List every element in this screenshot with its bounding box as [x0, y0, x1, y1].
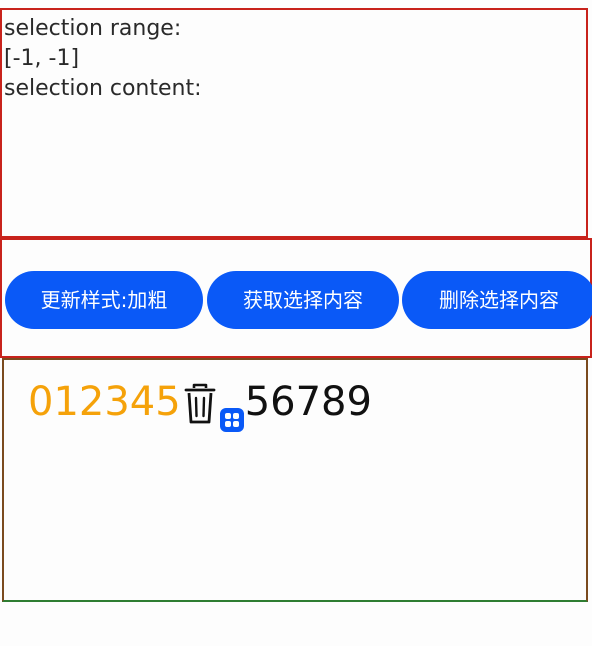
editor-content-line[interactable]: 012345 56789: [28, 374, 372, 432]
get-selection-button[interactable]: 获取选择内容: [207, 271, 399, 329]
plain-text-span[interactable]: 56789: [245, 374, 372, 430]
button-panel: 更新样式:加粗 获取选择内容 删除选择内容: [0, 238, 592, 358]
selection-info-panel: selection range: [-1, -1] selection cont…: [0, 8, 588, 238]
rich-text-editor[interactable]: 012345 56789: [2, 358, 588, 602]
styled-text-span[interactable]: 012345: [28, 374, 181, 430]
update-style-bold-button[interactable]: 更新样式:加粗: [5, 271, 203, 329]
selection-content-label: selection content:: [4, 76, 202, 101]
selection-range-label: selection range:: [4, 16, 182, 41]
delete-selection-button[interactable]: 删除选择内容: [402, 271, 592, 329]
trash-icon[interactable]: [183, 382, 217, 426]
grid-icon[interactable]: [219, 408, 244, 432]
selection-range-value: [-1, -1]: [4, 46, 80, 71]
page: selection range: [-1, -1] selection cont…: [0, 0, 592, 646]
